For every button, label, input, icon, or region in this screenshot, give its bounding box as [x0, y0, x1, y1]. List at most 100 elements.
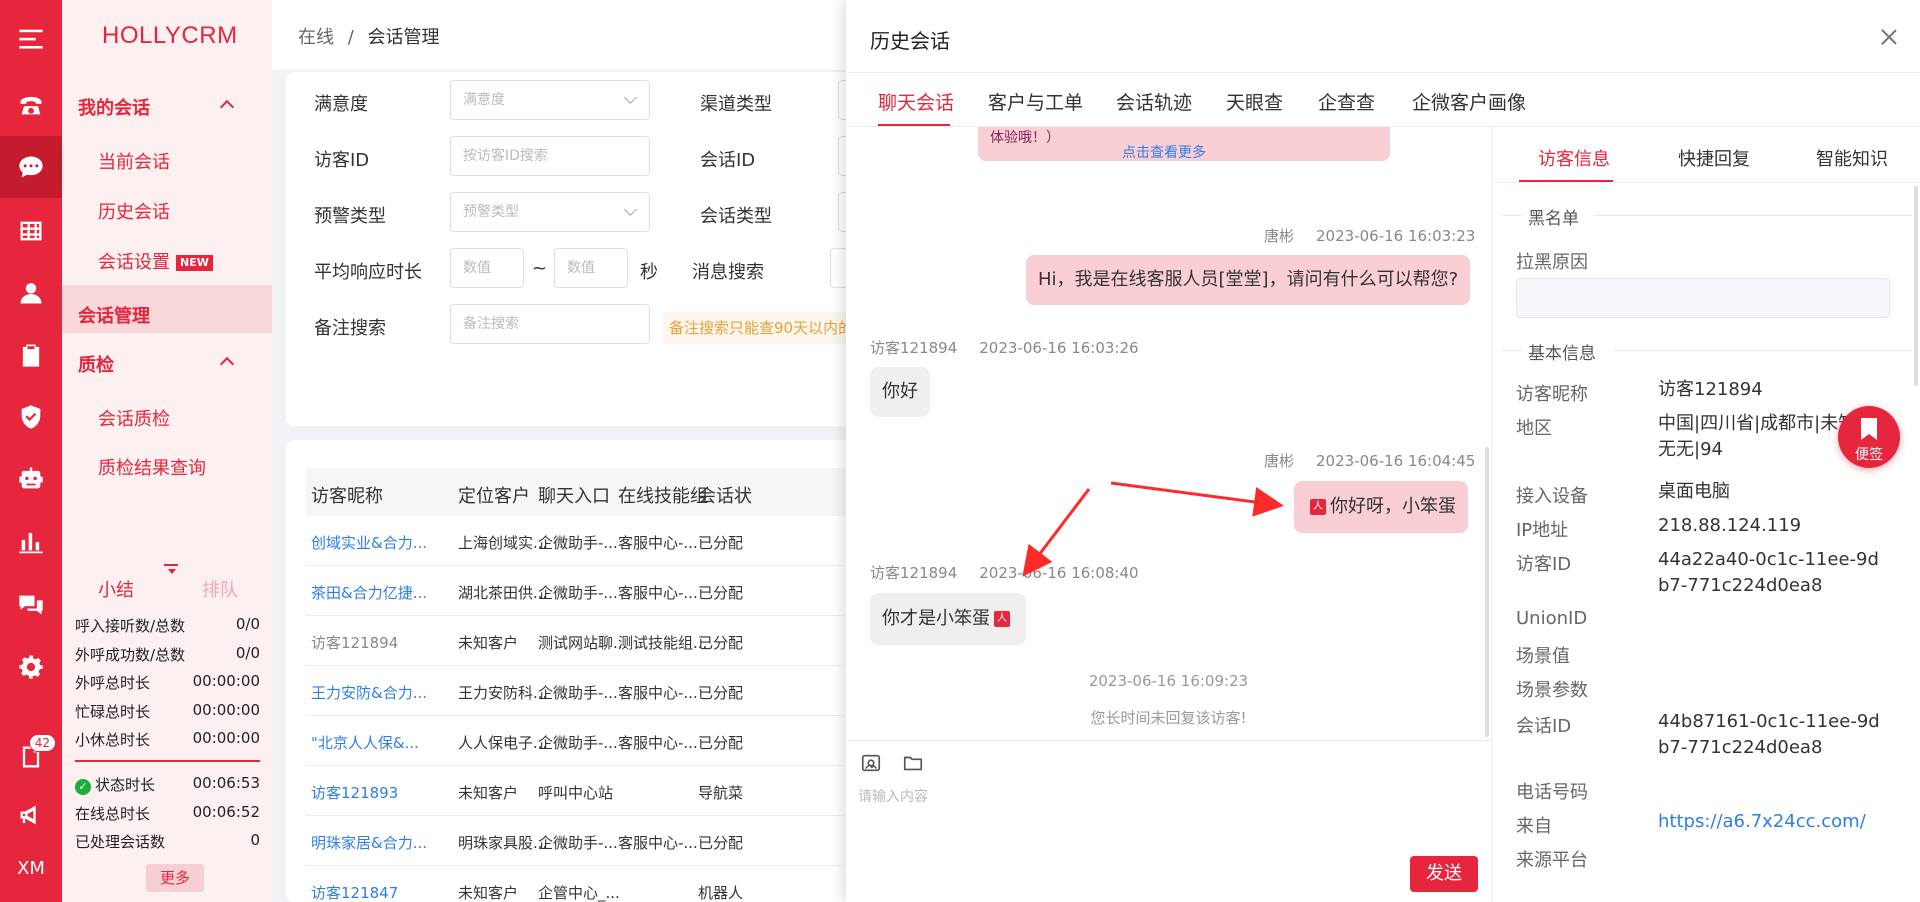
menu-item-quality-check[interactable]: 会话质检 [98, 405, 170, 431]
visitor-nickname-link[interactable]: 茶田&合力亿捷... [311, 582, 427, 603]
table-row[interactable]: 访客121847 未知客户 企管中心_... 机器人 [306, 866, 886, 902]
avg-response-max-input[interactable]: 数值 [554, 248, 628, 288]
side-menu: HOLLYCRM 我的会话 当前会话 历史会话 会话设置 NEW 会话管理 质检 … [62, 0, 272, 902]
tab-quick-reply[interactable]: 快捷回复 [1678, 145, 1750, 171]
send-button[interactable]: 发送 [1410, 856, 1478, 892]
tab-summary[interactable]: 小结 [98, 576, 134, 602]
info-field-label: 会话ID [1516, 716, 1572, 737]
table-cell: 测试网站聊... [538, 634, 628, 652]
breadcrumb-root[interactable]: 在线 [298, 27, 334, 48]
user-initials[interactable]: XM [0, 858, 62, 879]
megaphone-icon[interactable] [0, 784, 62, 846]
divider [75, 760, 260, 762]
folder-icon[interactable] [902, 752, 924, 774]
menu-item-quality-results[interactable]: 质检结果查询 [98, 454, 206, 480]
menu-item-session-management-label: 会话管理 [78, 306, 150, 327]
section-blacklist: 黑名单 [1528, 209, 1579, 229]
message-input[interactable]: 请输入内容 [858, 786, 928, 806]
table-row[interactable]: 王力安防&合力... 王力安防科... 企微助手-... 客服中心-... 已分配 [306, 666, 886, 716]
table-cell: 客服中心-... [618, 834, 698, 852]
filter-panel: 满意度 满意度 渠道类型 访客ID 按访客ID搜索 会话ID 预警类型 预警类型… [286, 72, 898, 426]
info-field-value: 218.88.124.119 [1658, 515, 1802, 536]
stat-row: 已处理会话数 0 [75, 831, 260, 851]
drag-handle[interactable] [164, 564, 178, 566]
tab-tianyancha[interactable]: 天眼查 [1226, 88, 1283, 115]
column-header[interactable]: 定位客户 [458, 482, 530, 508]
more-button[interactable]: 更多 [146, 864, 204, 892]
shield-icon[interactable] [0, 386, 62, 448]
table-row[interactable]: 访客121894 未知客户 测试网站聊... 测试技能组... 已分配 [306, 616, 886, 666]
info-field-label: 电话号码 [1516, 782, 1588, 803]
visitor-id-input[interactable]: 按访客ID搜索 [450, 136, 650, 176]
stat-row: 在线总时长 00:06:52 [75, 803, 260, 823]
menu-item-history-session[interactable]: 历史会话 [98, 198, 170, 224]
menu-group-quality[interactable]: 质检 [78, 351, 258, 377]
section-basic-info: 基本信息 [1528, 344, 1596, 364]
info-field-value: 44b87161-0c1c-11ee-9db7-771c224d0ea8 [1658, 711, 1880, 758]
alert-type-select[interactable]: 预警类型 [450, 192, 650, 232]
bar-chart-icon[interactable] [0, 510, 62, 572]
stat-row: 忙碌总时长 00:00:00 [75, 701, 260, 721]
chat-history[interactable]: 体验哦！） 点击查看更多 唐彬 2023-06-16 16:03:23 Hi，我是… [846, 127, 1491, 739]
close-icon[interactable] [1880, 28, 1898, 46]
table-row[interactable]: 茶田&合力亿捷... 湖北茶田供... 企微助手-... 客服中心-... 已分配 [306, 566, 886, 616]
tab-session-trail[interactable]: 会话轨迹 [1116, 88, 1192, 115]
visitor-nickname-link[interactable]: 访客121894 [311, 632, 398, 653]
visitor-nickname-link[interactable]: 明珠家居&合力... [311, 832, 427, 853]
tab-qichacha[interactable]: 企查查 [1318, 88, 1375, 115]
chat-scrollbar[interactable] [1485, 447, 1489, 737]
tab-queue[interactable]: 排队 [202, 576, 238, 602]
column-header[interactable]: 访客昵称 [311, 482, 383, 508]
avg-response-min-input[interactable]: 数值 [450, 248, 524, 288]
table-row[interactable]: 明珠家居&合力... 明珠家具股... 企微助手-... 客服中心-... 已分配 [306, 816, 886, 866]
visitor-nickname-link[interactable]: 访客121893 [311, 782, 398, 803]
visitor-nickname-link[interactable]: 访客121847 [311, 882, 398, 902]
grid-icon[interactable] [0, 200, 62, 262]
menu-item-current-session[interactable]: 当前会话 [98, 148, 170, 174]
tab-smart-knowledge[interactable]: 智能知识 [1816, 145, 1888, 171]
tab-customer-tickets[interactable]: 客户与工单 [988, 88, 1083, 115]
table-row[interactable]: 创域实业&合力... 上海创域实... 企微助手-... 客服中心-... 已分配 [306, 516, 886, 566]
message-search-label: 消息搜索 [692, 262, 764, 283]
menu-toggle-icon[interactable] [0, 8, 62, 70]
book-icon[interactable]: 42 [0, 726, 62, 788]
source-link[interactable]: https://a6.7x24cc.com/ [1658, 809, 1888, 835]
table-cell: 未知客户 [458, 884, 519, 902]
breadcrumb-current: 会话管理 [367, 27, 440, 48]
satisfaction-select[interactable]: 满意度 [450, 80, 650, 120]
column-header[interactable]: 在线技能组 [618, 482, 708, 508]
chat-icon[interactable] [0, 136, 62, 198]
column-header[interactable]: 聊天入口 [538, 482, 610, 508]
info-scrollbar[interactable] [1914, 186, 1918, 386]
note-search-input[interactable]: 备注搜索 [450, 304, 650, 344]
table-row[interactable]: "北京人人保&... 人人保电子... 企微助手-... 客服中心-... 已分配 [306, 716, 886, 766]
table-cell: 企微助手-... [538, 534, 618, 552]
table-cell: 客服中心-... [618, 734, 698, 752]
robot-icon[interactable] [0, 448, 62, 510]
table-cell: 明珠家具股... [458, 834, 548, 852]
phone-icon[interactable] [0, 74, 62, 136]
stat-row: ✓ 状态时长 00:06:53 [75, 774, 260, 795]
gear-icon[interactable] [0, 636, 62, 698]
note-search-label: 备注搜索 [314, 318, 386, 339]
table-row[interactable]: 访客121893 未知客户 呼叫中心站 导航菜 [306, 766, 886, 816]
menu-group-my-sessions[interactable]: 我的会话 [78, 94, 258, 120]
clipboard-icon[interactable] [0, 324, 62, 386]
block-reason-input[interactable] [1516, 278, 1890, 318]
column-header[interactable]: 会话状 [698, 482, 752, 508]
brand-logo: HOLLYCRM [102, 22, 238, 49]
tab-visitor-info[interactable]: 访客信息 [1538, 145, 1610, 171]
menu-item-session-settings[interactable]: 会话设置 NEW [98, 248, 213, 274]
visitor-nickname-link[interactable]: 王力安防&合力... [311, 682, 427, 703]
tab-chat-session[interactable]: 聊天会话 [878, 88, 954, 115]
tab-wecom-profile[interactable]: 企微客户画像 [1412, 88, 1526, 115]
table-header: 访客昵称 定位客户 聊天入口 在线技能组 会话状 [306, 468, 886, 516]
table-cell: 导航菜 [698, 784, 744, 802]
sticky-note-button[interactable]: 便签 [1838, 406, 1900, 468]
visitor-nickname-link[interactable]: "北京人人保&... [311, 732, 419, 753]
visitor-nickname-link[interactable]: 创域实业&合力... [311, 532, 427, 553]
messages-icon[interactable] [0, 574, 62, 636]
session-id-label: 会话ID [700, 150, 756, 171]
user-icon[interactable] [0, 262, 62, 324]
image-icon[interactable] [860, 752, 882, 774]
